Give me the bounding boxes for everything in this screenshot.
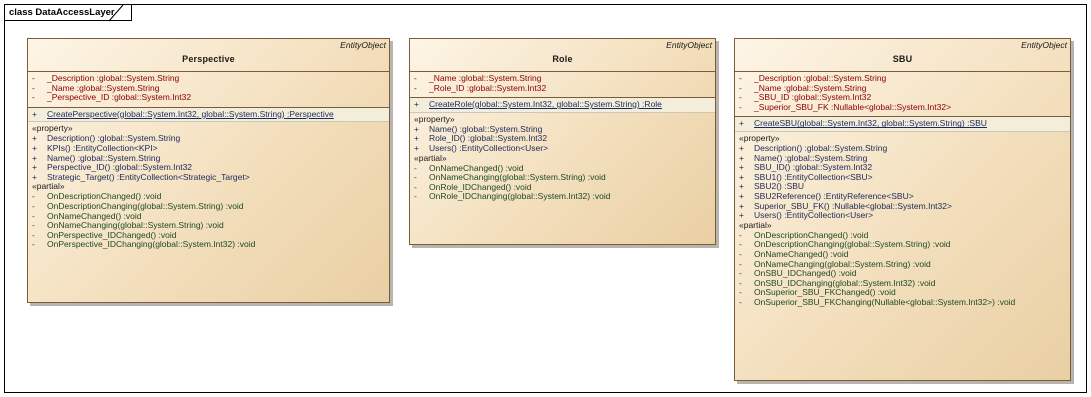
member-text: OnNameChanging(global::System.String) :v… <box>429 172 606 183</box>
member-text: CreatePerspective(global::System.Int32, … <box>47 108 334 119</box>
member-text: Name() :global::System.String <box>754 152 868 163</box>
member-text: Role_ID() :global::System.Int32 <box>429 133 548 144</box>
attribute-compartment: - _Description :global::System.String - _Na… <box>28 72 389 108</box>
member-text: _Role_ID :global::System.Int32 <box>429 82 547 93</box>
member-text: OnDescriptionChanged() :void <box>754 229 869 240</box>
property-row[interactable]: + Strategic_Target() :EntityCollection<St… <box>28 171 389 183</box>
constructor-band: + CreateRole(global::System.Int32, global… <box>410 98 715 113</box>
member-text: OnRole_IDChanging(global::System.Int32) … <box>429 191 611 202</box>
class-header: EntityObject Perspective <box>28 39 389 72</box>
class-header: EntityObject Role <box>410 39 715 72</box>
member-text: OnNameChanging(global::System.String) :v… <box>754 258 931 269</box>
operation-list: «property» + Description() :global::System… <box>735 132 1070 308</box>
class-name: Role <box>552 54 573 64</box>
visibility-marker: + <box>414 99 419 110</box>
member-text: _Perspective_ID :global::System.Int32 <box>47 92 192 103</box>
member-text: Superior_SBU_FK() :Nullable<global::Syst… <box>754 200 952 211</box>
member-text: SBU2() :SBU <box>754 181 805 192</box>
member-text: Name() :global::System.String <box>47 152 161 163</box>
property-row[interactable]: + Users() :EntityCollection<User> <box>735 210 1070 221</box>
attribute-row[interactable]: - _Role_ID :global::System.Int32 <box>410 82 715 94</box>
member-text: Perspective_ID() :global::System.Int32 <box>47 162 193 173</box>
class-sbu[interactable]: EntityObject SBU - _Description :global::… <box>734 38 1071 381</box>
attribute-row[interactable]: - _Perspective_ID :global::System.Int32 <box>28 92 389 103</box>
member-text: OnPerspective_IDChanged() :void <box>47 229 177 240</box>
member-text: Description() :global::System.String <box>47 133 181 144</box>
visibility-marker: - <box>414 82 417 93</box>
partial-method-row[interactable]: - OnPerspective_IDChanging(global::System… <box>28 240 389 250</box>
member-text: _Superior_SBU_FK :Nullable<global::Syste… <box>754 101 952 112</box>
member-text: Strategic_Target() :EntityCollection<Str… <box>47 171 250 182</box>
visibility-marker: - <box>32 239 35 250</box>
attribute-row[interactable]: - _Superior_SBU_FK :Nullable<global::Syst… <box>735 101 1070 113</box>
member-text: SBU2Reference() :EntityReference<SBU> <box>754 190 914 201</box>
member-text: OnPerspective_IDChanging(global::System.… <box>47 239 256 250</box>
operation-list: «property» + Description() :global::System… <box>28 122 389 250</box>
member-text: _Description :global::System.String <box>754 73 887 83</box>
constructor-band: + CreateSBU(global::System.Int32, global:… <box>735 117 1070 132</box>
member-text: Users() :EntityCollection<User> <box>754 210 874 221</box>
class-stereotype: EntityObject <box>666 40 712 50</box>
class-stereotype: EntityObject <box>340 40 386 50</box>
visibility-marker: - <box>739 296 742 307</box>
operation-list: «property» + Name() :global::System.String… <box>410 113 715 202</box>
class-header: EntityObject SBU <box>735 39 1070 72</box>
visibility-marker: - <box>414 191 417 202</box>
visibility-marker: + <box>32 171 37 182</box>
member-text: CreateRole(global::System.Int32, global:… <box>429 99 662 110</box>
member-text: _Name :global::System.String <box>754 82 867 93</box>
member-text: OnSuperior_SBU_FKChanged() :void <box>754 287 896 298</box>
member-text: OnNameChanged() :void <box>754 248 849 259</box>
member-text: OnRole_IDChanged() :void <box>429 181 532 192</box>
member-text: OnSuperior_SBU_FKChanging(Nullable<globa… <box>754 296 1016 307</box>
constructor-row[interactable]: + CreatePerspective(global::System.Int32,… <box>28 108 389 120</box>
class-perspective[interactable]: EntityObject Perspective - _Description :… <box>27 38 390 303</box>
class-role[interactable]: EntityObject Role - _Name :global::System… <box>409 38 716 245</box>
member-text: OnNameChanged() :void <box>429 162 524 173</box>
member-text: Name() :global::System.String <box>429 123 543 134</box>
member-text: _SBU_ID :global::System.Int32 <box>754 92 872 103</box>
member-text: OnDescriptionChanged() :void <box>47 191 162 202</box>
property-row[interactable]: + Users() :EntityCollection<User> <box>410 142 715 154</box>
member-text: _Name :global::System.String <box>47 82 160 93</box>
attribute-compartment: - _Description :global::System.String - _Na… <box>735 72 1070 118</box>
visibility-marker: - <box>739 101 742 112</box>
member-text: Users() :EntityCollection<User> <box>429 142 549 153</box>
operation-compartment: + CreateSBU(global::System.Int32, global:… <box>735 117 1070 307</box>
member-text: OnNameChanging(global::System.String) :v… <box>47 220 224 231</box>
operation-compartment: + CreatePerspective(global::System.Int32,… <box>28 107 389 250</box>
member-text: CreateSBU(global::System.Int32, global::… <box>754 118 987 129</box>
package-tab-corner <box>108 4 124 22</box>
class-name: Perspective <box>182 54 235 64</box>
visibility-marker: + <box>32 108 37 119</box>
constructor-band: + CreatePerspective(global::System.Int32,… <box>28 107 389 123</box>
class-stereotype: EntityObject <box>1021 40 1067 50</box>
member-text: _Description :global::System.String <box>47 73 180 83</box>
member-text: OnNameChanged() :void <box>47 210 142 221</box>
member-text: OnSBU_IDChanged() :void <box>754 268 857 279</box>
partial-method-row[interactable]: - OnSuperior_SBU_FKChanging(Nullable<glob… <box>735 296 1070 308</box>
visibility-marker: + <box>414 142 419 153</box>
member-text: SBU1() :EntityCollection<SBU> <box>754 171 873 182</box>
member-text: KPIs() :EntityCollection<KPI> <box>47 142 158 153</box>
attribute-compartment: - _Name :global::System.String - _Role_ID :… <box>410 72 715 99</box>
visibility-marker: + <box>739 210 744 221</box>
visibility-marker: - <box>32 92 35 103</box>
member-text: _Name :global::System.String <box>429 73 542 83</box>
member-text: OnSBU_IDChanging(global::System.Int32) :… <box>754 277 936 288</box>
member-text: OnDescriptionChanging(global::System.Str… <box>47 200 244 211</box>
partial-method-row[interactable]: - OnRole_IDChanging(global::System.Int32)… <box>410 192 715 202</box>
member-text: Description() :global::System.String <box>754 142 888 153</box>
class-name: SBU <box>892 54 913 64</box>
visibility-marker: + <box>739 118 744 129</box>
constructor-row[interactable]: + CreateRole(global::System.Int32, global… <box>410 99 715 110</box>
member-text: SBU_ID() :global::System.Int32 <box>754 162 873 173</box>
constructor-row[interactable]: + CreateSBU(global::System.Int32, global:… <box>735 119 1070 129</box>
member-text: OnDescriptionChanging(global::System.Str… <box>754 239 951 250</box>
operation-compartment: + CreateRole(global::System.Int32, global… <box>410 98 715 202</box>
